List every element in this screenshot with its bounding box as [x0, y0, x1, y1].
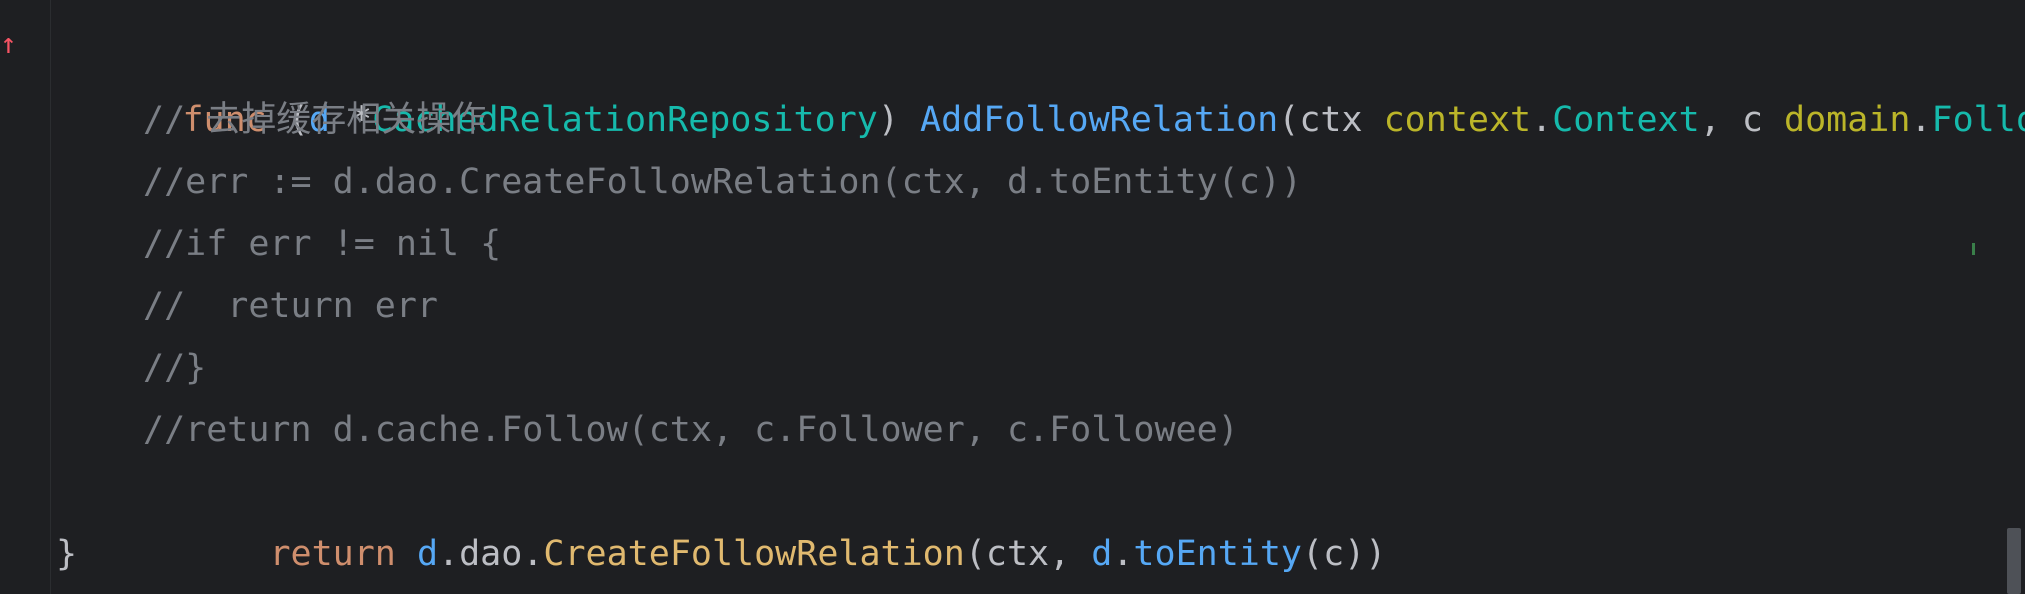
code-line-2[interactable]: // 去掉缓存相关操作 — [143, 89, 486, 151]
param-ctx: (ctx — [1278, 100, 1384, 140]
type-context: Context — [1552, 100, 1700, 140]
punct: ) — [877, 100, 921, 140]
code-line-4[interactable]: //if err != nil { — [143, 213, 501, 275]
code-line-6[interactable]: //} — [143, 337, 206, 399]
method-call-toentity: toEntity — [1133, 534, 1302, 574]
implementation-up-arrow-icon[interactable]: ↑ — [0, 30, 17, 58]
package-domain: domain — [1784, 100, 1911, 140]
call-args: (ctx, — [964, 534, 1092, 574]
vertical-scrollbar[interactable] — [2007, 528, 2021, 594]
code-line-5[interactable]: // return err — [143, 275, 438, 337]
package-context: context — [1383, 100, 1532, 140]
punct: . — [1531, 100, 1553, 140]
keyword-return: return — [269, 534, 396, 574]
param-c: , c — [1699, 100, 1785, 140]
code-line-9[interactable]: } — [56, 523, 77, 585]
code-line-8[interactable]: return d.dao.CreateFollowRelation(ctx, d… — [143, 461, 1386, 574]
receiver-ref: d — [1091, 534, 1113, 574]
code-editor[interactable]: ↑ func (d *CachedRelationRepository) Add… — [0, 0, 2025, 594]
receiver-ref: d — [416, 534, 439, 574]
punct: . — [1910, 100, 1932, 140]
type-follow: Follow — [1931, 100, 2025, 140]
field-dao: .dao. — [438, 534, 544, 574]
call-args: (c)) — [1302, 534, 1387, 574]
function-name: AddFollowRelation — [920, 100, 1279, 140]
code-line-3[interactable]: //err := d.dao.CreateFollowRelation(ctx,… — [143, 151, 1302, 213]
punct: . — [1112, 534, 1134, 574]
method-call-create: CreateFollowRelation — [543, 534, 965, 574]
code-line-7[interactable]: //return d.cache.Follow(ctx, c.Follower,… — [143, 399, 1239, 461]
change-marker — [1972, 243, 1975, 255]
editor-gutter: ↑ — [0, 0, 51, 594]
code-line-1[interactable]: func (d *CachedRelationRepository) AddFo… — [56, 27, 2025, 140]
